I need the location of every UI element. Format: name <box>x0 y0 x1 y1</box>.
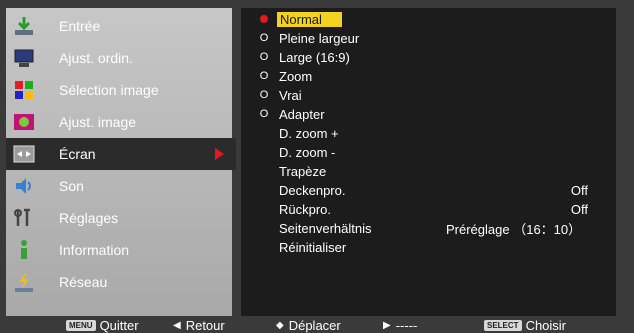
option-label: Normal <box>277 11 342 27</box>
move-hint: ◆ Déplacer <box>276 318 341 333</box>
move-label: Déplacer <box>288 318 341 333</box>
option-d-zoom-plus[interactable]: D. zoom + <box>241 124 616 142</box>
back-label: Retour <box>185 318 225 333</box>
option-label: Pleine largeur <box>279 30 360 46</box>
left-arrow-icon: ◀ <box>173 320 181 331</box>
radio-mark: O <box>259 89 269 101</box>
next-hint: ▶ ----- <box>383 318 417 333</box>
right-arrow-icon: ▶ <box>383 320 391 331</box>
sidebar-item-label: Écran <box>59 146 96 162</box>
option-d-zoom-minus[interactable]: D. zoom - <box>241 143 616 161</box>
option-label: Trapèze <box>279 163 327 179</box>
option-label: Seitenverhältnis <box>279 220 372 236</box>
projector-osd-frame: Entrée Ajust. ordin. Sélection image Aju… <box>0 0 634 320</box>
option-vrai[interactable]: O Vrai <box>241 86 616 104</box>
sidebar-item-label: Réseau <box>59 274 108 290</box>
up-down-arrow-icon: ◆ <box>276 320 284 331</box>
select-hint: SELECT Choisir <box>484 318 566 333</box>
menu-key-icon: MENU <box>66 320 96 331</box>
option-label: D. zoom + <box>279 125 339 141</box>
sidebar-item-reglages[interactable]: Réglages <box>6 202 232 234</box>
computer-monitor-icon <box>13 47 35 69</box>
option-label: Adapter <box>279 106 325 122</box>
ecran-submenu-panel: Normal O Pleine largeur O Large (16:9) O… <box>241 8 616 316</box>
option-ruckpro[interactable]: Rückpro. Off <box>241 200 616 218</box>
select-key-icon: SELECT <box>484 320 522 331</box>
image-adjust-icon <box>13 111 35 133</box>
quit-label: Quitter <box>99 318 139 333</box>
main-menu-sidebar: Entrée Ajust. ordin. Sélection image Aju… <box>6 8 236 316</box>
radio-mark: O <box>259 32 269 44</box>
radio-mark: O <box>259 70 269 82</box>
option-value: Préréglage （16：10） <box>446 221 582 237</box>
sidebar-item-ecran[interactable]: Écran <box>6 138 236 170</box>
option-label: D. zoom - <box>279 144 336 160</box>
sidebar-item-label: Réglages <box>59 210 119 226</box>
option-value: Off <box>570 182 588 198</box>
option-label: Deckenpro. <box>279 182 346 198</box>
sidebar-item-selection-image[interactable]: Sélection image <box>6 74 232 106</box>
radio-mark: O <box>259 108 269 120</box>
sidebar-item-ajust-image[interactable]: Ajust. image <box>6 106 232 138</box>
option-label: Réinitialiser <box>279 239 347 255</box>
screen-size-icon <box>13 143 35 165</box>
quit-hint: MENU Quitter <box>66 318 139 333</box>
tools-icon <box>13 207 35 229</box>
sidebar-item-label: Entrée <box>59 18 101 34</box>
network-icon <box>13 271 35 293</box>
option-label: Rückpro. <box>279 201 332 217</box>
option-trapeze[interactable]: Trapèze <box>241 162 616 180</box>
sidebar-item-reseau[interactable]: Réseau <box>6 266 232 298</box>
sidebar-item-son[interactable]: Son <box>6 170 232 202</box>
sidebar-item-ajust-ordin[interactable]: Ajust. ordin. <box>6 42 232 74</box>
sidebar-item-label: Sélection image <box>59 82 159 98</box>
option-label: Zoom <box>279 68 313 84</box>
option-seitenverhaltnis[interactable]: Seitenverhältnis Préréglage （16：10） <box>241 219 616 237</box>
option-label: Large (16:9) <box>279 49 350 65</box>
sidebar-item-information[interactable]: Information <box>6 234 232 266</box>
option-large-16-9[interactable]: O Large (16:9) <box>241 48 616 66</box>
option-zoom[interactable]: O Zoom <box>241 67 616 85</box>
selected-dot-icon <box>260 15 268 23</box>
sidebar-item-label: Son <box>59 178 84 194</box>
back-hint: ◀ Retour <box>173 318 225 333</box>
speaker-icon <box>13 175 35 197</box>
next-label: ----- <box>395 318 418 333</box>
option-normal[interactable]: Normal <box>241 10 616 28</box>
select-label: Choisir <box>525 318 567 333</box>
option-label: Vrai <box>279 87 302 103</box>
sidebar-item-entree[interactable]: Entrée <box>6 10 232 42</box>
selection-arrow-icon <box>215 148 224 160</box>
option-adapter[interactable]: O Adapter <box>241 105 616 123</box>
input-arrow-icon <box>13 15 35 37</box>
option-deckenpro[interactable]: Deckenpro. Off <box>241 181 616 199</box>
option-value: Off <box>570 201 588 217</box>
option-pleine-largeur[interactable]: O Pleine largeur <box>241 29 616 47</box>
sidebar-item-label: Ajust. ordin. <box>59 50 133 66</box>
image-select-icon <box>13 79 35 101</box>
sidebar-item-label: Ajust. image <box>59 114 137 130</box>
help-bar: MENU Quitter ◀ Retour ◆ Déplacer ▶ -----… <box>0 318 634 333</box>
radio-mark: O <box>259 51 269 63</box>
info-icon <box>13 239 35 261</box>
sidebar-item-label: Information <box>59 242 130 258</box>
option-reinitialiser[interactable]: Réinitialiser <box>241 238 616 256</box>
